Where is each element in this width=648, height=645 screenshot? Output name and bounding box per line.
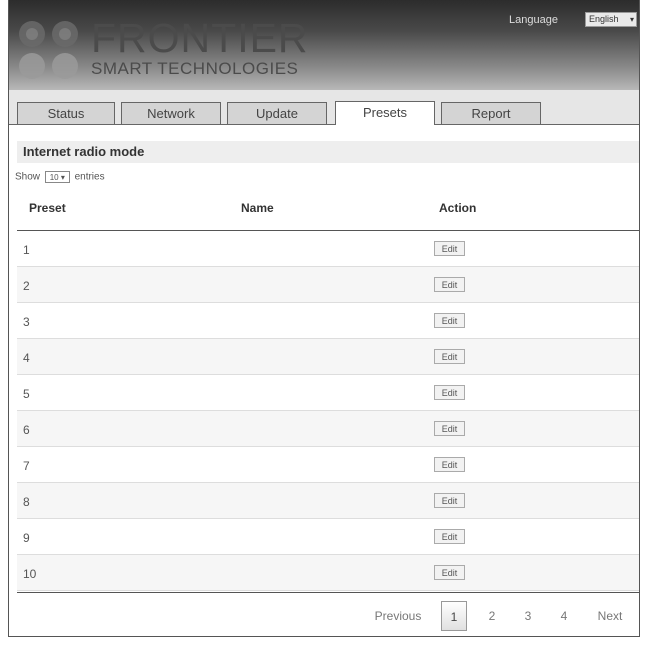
- frontier-logo-icon: [19, 21, 78, 79]
- table-row: 1 Edit: [17, 231, 639, 267]
- edit-button[interactable]: Edit: [434, 277, 465, 292]
- brand-name: FRONTIER: [91, 15, 309, 61]
- entries-select[interactable]: 10 ▾: [44, 171, 70, 183]
- preset-number: 1: [23, 243, 30, 257]
- language-value: English: [589, 14, 619, 24]
- language-label: Language: [509, 14, 558, 26]
- preset-number: 8: [23, 495, 30, 509]
- entries-control: Show 10 ▾ entries: [15, 171, 105, 183]
- preset-number: 10: [23, 567, 37, 581]
- table-row: 8 Edit: [17, 483, 639, 519]
- pagination-page-4[interactable]: 4: [553, 601, 575, 631]
- edit-button[interactable]: Edit: [434, 529, 465, 544]
- preset-number: 2: [23, 279, 30, 293]
- table-row: 4 Edit: [17, 339, 639, 375]
- tab-report[interactable]: Report: [441, 102, 541, 124]
- edit-button[interactable]: Edit: [434, 457, 465, 472]
- preset-number: 7: [23, 459, 30, 473]
- preset-number: 6: [23, 423, 30, 437]
- edit-button[interactable]: Edit: [434, 421, 465, 436]
- column-header-action[interactable]: Action: [439, 201, 476, 215]
- pagination-previous[interactable]: Previous: [367, 601, 429, 631]
- tab-presets[interactable]: Presets: [335, 101, 435, 125]
- pagination-page-2[interactable]: 2: [481, 601, 503, 631]
- entries-label: entries: [74, 171, 105, 183]
- preset-number: 5: [23, 387, 30, 401]
- column-header-preset[interactable]: Preset: [29, 201, 66, 215]
- tab-network[interactable]: Network: [121, 102, 221, 124]
- entries-value: 10: [49, 173, 59, 182]
- pagination-page-3[interactable]: 3: [517, 601, 539, 631]
- pagination-next[interactable]: Next: [589, 601, 631, 631]
- table-row: 3 Edit: [17, 303, 639, 339]
- table-row: 10 Edit: [17, 555, 639, 591]
- edit-button[interactable]: Edit: [434, 313, 465, 328]
- app-frame: FRONTIER SMART TECHNOLOGIES Language Eng…: [8, 0, 640, 637]
- edit-button[interactable]: Edit: [434, 493, 465, 508]
- preset-number: 4: [23, 351, 30, 365]
- brand-tagline: SMART TECHNOLOGIES: [91, 59, 299, 78]
- tab-update[interactable]: Update: [227, 102, 327, 124]
- edit-button[interactable]: Edit: [434, 349, 465, 364]
- section-title: Internet radio mode: [17, 141, 639, 163]
- preset-number: 9: [23, 531, 30, 545]
- header-banner: FRONTIER SMART TECHNOLOGIES Language Eng…: [9, 0, 639, 90]
- brand-logo-text: FRONTIER SMART TECHNOLOGIES: [91, 18, 309, 78]
- preset-number: 3: [23, 315, 30, 329]
- edit-button[interactable]: Edit: [434, 241, 465, 256]
- tab-status[interactable]: Status: [17, 102, 115, 124]
- table-row: 5 Edit: [17, 375, 639, 411]
- table-row: 7 Edit: [17, 447, 639, 483]
- column-header-name[interactable]: Name: [241, 201, 274, 215]
- language-select[interactable]: English ▾: [585, 12, 637, 27]
- pagination-page-1[interactable]: 1: [441, 601, 467, 631]
- show-label: Show: [15, 171, 41, 183]
- nav-tabs: Status Network Update Presets Report: [9, 90, 639, 125]
- edit-button[interactable]: Edit: [434, 565, 465, 580]
- table-row: 2 Edit: [17, 267, 639, 303]
- table-row: 6 Edit: [17, 411, 639, 447]
- edit-button[interactable]: Edit: [434, 385, 465, 400]
- table-row: 9 Edit: [17, 519, 639, 555]
- chevron-down-icon: ▾: [629, 15, 634, 24]
- table-footer-divider: [17, 592, 639, 593]
